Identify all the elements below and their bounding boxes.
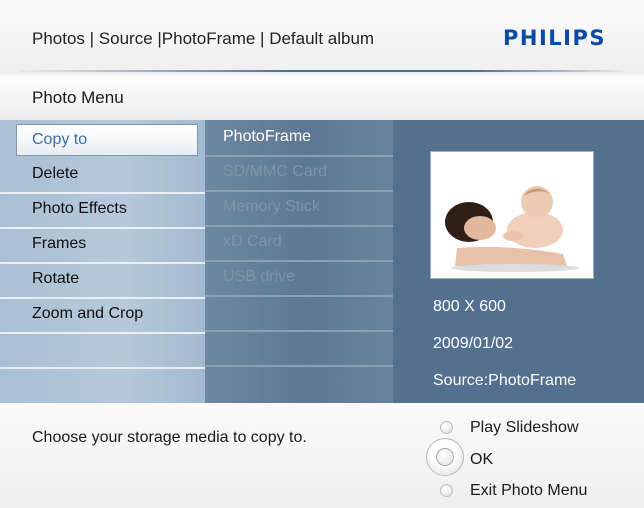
- ok-control[interactable]: OK: [425, 438, 635, 476]
- menu-item-rotate[interactable]: Rotate: [0, 262, 205, 299]
- submenu-item-label: SD/MMC Card: [223, 163, 328, 180]
- submenu-item-usb-drive: USB drive: [205, 260, 393, 297]
- menu-item-delete[interactable]: Delete: [0, 157, 205, 194]
- button-icon: [440, 421, 453, 434]
- photo-date: 2009/01/02: [433, 335, 514, 352]
- control-label: Play Slideshow: [470, 419, 579, 436]
- header-divider: [20, 70, 624, 72]
- play-slideshow-control[interactable]: Play Slideshow: [425, 416, 635, 440]
- menu-item-label: Delete: [32, 165, 79, 182]
- menu-item-label: Copy to: [32, 131, 88, 148]
- photo-frame-screen: Photos | Source |PhotoFrame | Default al…: [0, 0, 644, 508]
- photo-resolution: 800 X 600: [433, 298, 506, 315]
- footer: Choose your storage media to copy to. Pl…: [0, 403, 644, 508]
- submenu-empty-row: [205, 330, 393, 367]
- breadcrumb: Photos | Source |PhotoFrame | Default al…: [32, 29, 375, 48]
- control-label: OK: [470, 451, 494, 468]
- menu-title-bar: Photo Menu: [0, 76, 644, 121]
- menu-item-label: Frames: [32, 235, 87, 252]
- ok-dial-icon: [426, 438, 464, 476]
- submenu-item-label: Memory Stick: [223, 198, 320, 215]
- submenu-empty-row: [205, 295, 393, 332]
- photo-menu-list: Copy to Delete Photo Effects Frames Rota…: [0, 120, 205, 403]
- submenu-item-memory-stick: Memory Stick: [205, 190, 393, 227]
- photo-thumbnail: [430, 151, 594, 279]
- menu-item-photo-effects[interactable]: Photo Effects: [0, 192, 205, 229]
- submenu-item-label: USB drive: [223, 268, 296, 285]
- button-icon: [440, 484, 453, 497]
- photo-source: Source:PhotoFrame: [433, 372, 577, 389]
- submenu-item-xd-card: xD Card: [205, 225, 393, 262]
- submenu-item-sd-mmc-card: SD/MMC Card: [205, 155, 393, 192]
- philips-logo: PHILIPS: [503, 26, 606, 50]
- menu-item-zoom-and-crop[interactable]: Zoom and Crop: [0, 297, 205, 334]
- menu-empty-row: [0, 332, 205, 369]
- submenu-item-label: PhotoFrame: [223, 128, 312, 145]
- exit-photo-menu-control[interactable]: Exit Photo Menu: [425, 479, 635, 503]
- menu-item-label: Zoom and Crop: [32, 305, 144, 322]
- control-label: Exit Photo Menu: [470, 482, 588, 499]
- header: Photos | Source |PhotoFrame | Default al…: [0, 0, 644, 74]
- submenu-item-label: xD Card: [223, 233, 282, 250]
- menu-item-label: Photo Effects: [32, 200, 127, 217]
- menu-item-copy-to[interactable]: Copy to: [16, 124, 198, 156]
- page-title: Photo Menu: [32, 88, 124, 107]
- mother-baby-photo-icon: [435, 156, 589, 274]
- submenu-item-photoframe[interactable]: PhotoFrame: [205, 120, 393, 157]
- menu-item-label: Rotate: [32, 270, 80, 287]
- menu-item-frames[interactable]: Frames: [0, 227, 205, 264]
- main-panel: Copy to Delete Photo Effects Frames Rota…: [0, 120, 644, 403]
- help-text: Choose your storage media to copy to.: [32, 429, 307, 446]
- copy-to-submenu: PhotoFrame SD/MMC Card Memory Stick xD C…: [205, 120, 393, 403]
- photo-preview-panel: 800 X 600 2009/01/02 Source:PhotoFrame: [393, 120, 644, 403]
